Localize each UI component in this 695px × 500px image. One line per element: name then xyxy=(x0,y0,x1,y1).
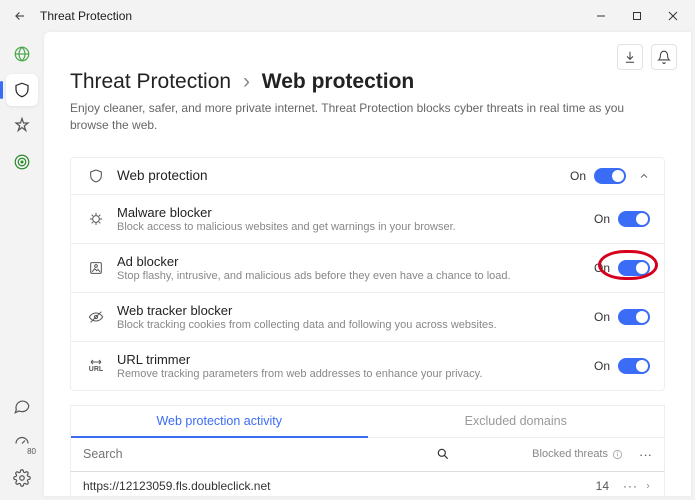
feature-subtitle: Remove tracking parameters from web addr… xyxy=(117,368,594,380)
close-button[interactable] xyxy=(655,2,691,30)
column-more-dots-icon[interactable]: ··· xyxy=(639,447,652,462)
ad-blocker-toggle[interactable] xyxy=(618,260,650,276)
sidebar-item-shield[interactable] xyxy=(6,74,38,106)
activity-count: 14 xyxy=(596,479,609,493)
feature-state: On xyxy=(594,261,610,275)
ad-blocker-icon xyxy=(85,260,107,276)
chevron-up-icon[interactable] xyxy=(638,170,650,182)
feature-row-malware-blocker: Malware blocker Block access to maliciou… xyxy=(71,194,664,243)
feature-subtitle: Block access to malicious websites and g… xyxy=(117,221,594,233)
activity-tabs: Web protection activity Excluded domains xyxy=(70,405,665,438)
sidebar-item-settings[interactable] xyxy=(6,462,38,494)
minimize-button[interactable] xyxy=(583,2,619,30)
sidebar: 80 xyxy=(0,32,44,500)
feature-state: On xyxy=(594,310,610,324)
feature-row-ad-blocker: Ad blocker Stop flashy, intrusive, and m… xyxy=(71,243,664,292)
malware-icon xyxy=(85,211,107,227)
malware-blocker-toggle[interactable] xyxy=(618,211,650,227)
tab-web-protection-activity[interactable]: Web protection activity xyxy=(71,406,368,438)
feature-subtitle: Block tracking cookies from collecting d… xyxy=(117,319,594,331)
main-content: Threat Protection › Web protection Enjoy… xyxy=(44,32,691,496)
notifications-button[interactable] xyxy=(651,44,677,70)
header-row-title: Web protection xyxy=(117,168,570,183)
feature-title: Malware blocker xyxy=(117,205,594,220)
breadcrumb-leaf: Web protection xyxy=(262,70,414,93)
web-tracker-blocker-toggle[interactable] xyxy=(618,309,650,325)
maximize-button[interactable] xyxy=(619,2,655,30)
row-chevron-icon[interactable] xyxy=(644,482,652,490)
sidebar-item-chat[interactable] xyxy=(6,390,38,422)
download-button[interactable] xyxy=(617,44,643,70)
activity-row: https://12123059.fls.doubleclick.net 14 … xyxy=(70,472,665,496)
feature-subtitle: Stop flashy, intrusive, and malicious ad… xyxy=(117,270,594,282)
activity-url: https://12123059.fls.doubleclick.net xyxy=(83,479,436,493)
url-trimmer-toggle[interactable] xyxy=(618,358,650,374)
url-trimmer-icon: URL xyxy=(85,359,107,373)
tab-excluded-domains[interactable]: Excluded domains xyxy=(368,406,665,438)
search-input[interactable] xyxy=(83,447,413,461)
sidebar-item-globe[interactable] xyxy=(6,38,38,70)
sidebar-item-meter[interactable]: 80 xyxy=(6,426,38,458)
search-icon[interactable] xyxy=(436,447,450,461)
tracker-icon xyxy=(85,309,107,325)
shield-icon xyxy=(85,168,107,184)
row-more-dots-icon[interactable]: ··· xyxy=(623,479,638,493)
feature-title: Ad blocker xyxy=(117,254,594,269)
sidebar-item-target[interactable] xyxy=(6,146,38,178)
feature-row-web-tracker-blocker: Web tracker blocker Block tracking cooki… xyxy=(71,292,664,341)
blocked-threats-column-header[interactable]: Blocked threats xyxy=(532,448,623,460)
sidebar-item-star[interactable] xyxy=(6,110,38,142)
web-protection-toggle[interactable] xyxy=(594,168,626,184)
breadcrumb-root[interactable]: Threat Protection xyxy=(70,70,231,93)
feature-state: On xyxy=(594,212,610,226)
feature-state: On xyxy=(594,359,610,373)
feature-row-url-trimmer: URL URL trimmer Remove tracking paramete… xyxy=(71,341,664,390)
features-panel: Web protection On Malware blocker Block … xyxy=(70,157,665,391)
info-icon xyxy=(612,449,623,460)
breadcrumb-separator-icon: › xyxy=(243,70,250,93)
page-description: Enjoy cleaner, safer, and more private i… xyxy=(70,100,630,135)
breadcrumb: Threat Protection › Web protection xyxy=(70,70,665,94)
window-title: Threat Protection xyxy=(36,9,583,23)
back-button[interactable] xyxy=(4,9,36,23)
activity-search-row: Blocked threats ··· xyxy=(70,438,665,472)
web-protection-header-row[interactable]: Web protection On xyxy=(71,158,664,194)
header-row-state: On xyxy=(570,169,586,183)
feature-title: URL trimmer xyxy=(117,352,594,367)
feature-title: Web tracker blocker xyxy=(117,303,594,318)
sidebar-meter-badge: 80 xyxy=(27,447,36,456)
